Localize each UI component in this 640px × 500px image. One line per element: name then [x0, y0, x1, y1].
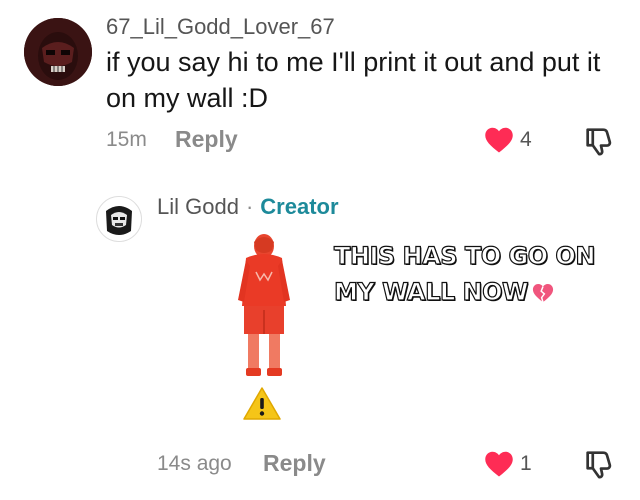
creator-username[interactable]: Lil Godd — [157, 194, 239, 220]
commenter-avatar[interactable] — [24, 18, 92, 86]
thumbs-down-icon — [586, 128, 612, 156]
like-button[interactable]: 1 — [484, 450, 532, 478]
comment-text: if you say hi to me I'll print it out an… — [106, 47, 601, 113]
dislike-button[interactable] — [582, 124, 616, 158]
heart-icon — [485, 127, 513, 153]
sticker-caption: THIS HAS TO GO ON MY WALL NOW — [333, 238, 596, 310]
creator-badge: Creator — [260, 194, 339, 219]
red-hoodie-figure-icon — [238, 234, 290, 376]
commenter-username[interactable]: 67_Lil_Godd_Lover_67 — [106, 14, 335, 40]
caption-line-1: THIS HAS TO GO ON — [333, 241, 596, 270]
like-button[interactable]: 4 — [484, 126, 532, 154]
separator: · — [245, 194, 254, 219]
reply-timestamp: 14s ago — [157, 452, 232, 475]
thumbs-down-icon — [586, 451, 612, 479]
comment-timestamp: 15m — [106, 128, 147, 151]
heart-icon — [485, 451, 513, 477]
masked-face-icon — [97, 197, 141, 241]
like-count: 1 — [520, 452, 532, 475]
caption-line-2-wrap: MY WALL NOW — [333, 274, 594, 310]
red-hoodie-figure-sticker — [230, 230, 330, 390]
creator-avatar[interactable] — [96, 196, 142, 242]
comment-thread: 67_Lil_Godd_Lover_67 if you say hi to me… — [0, 0, 640, 500]
reply-header: Lil Godd · Creator — [157, 194, 339, 220]
broken-heart-icon — [532, 284, 554, 303]
caption-line-2: MY WALL NOW — [333, 277, 529, 306]
masked-face-icon — [24, 18, 92, 86]
reply-button[interactable]: Reply — [263, 450, 326, 477]
reply-button[interactable]: Reply — [175, 126, 238, 153]
dislike-button[interactable] — [582, 447, 616, 481]
warning-icon — [242, 386, 282, 422]
like-count: 4 — [520, 128, 532, 151]
